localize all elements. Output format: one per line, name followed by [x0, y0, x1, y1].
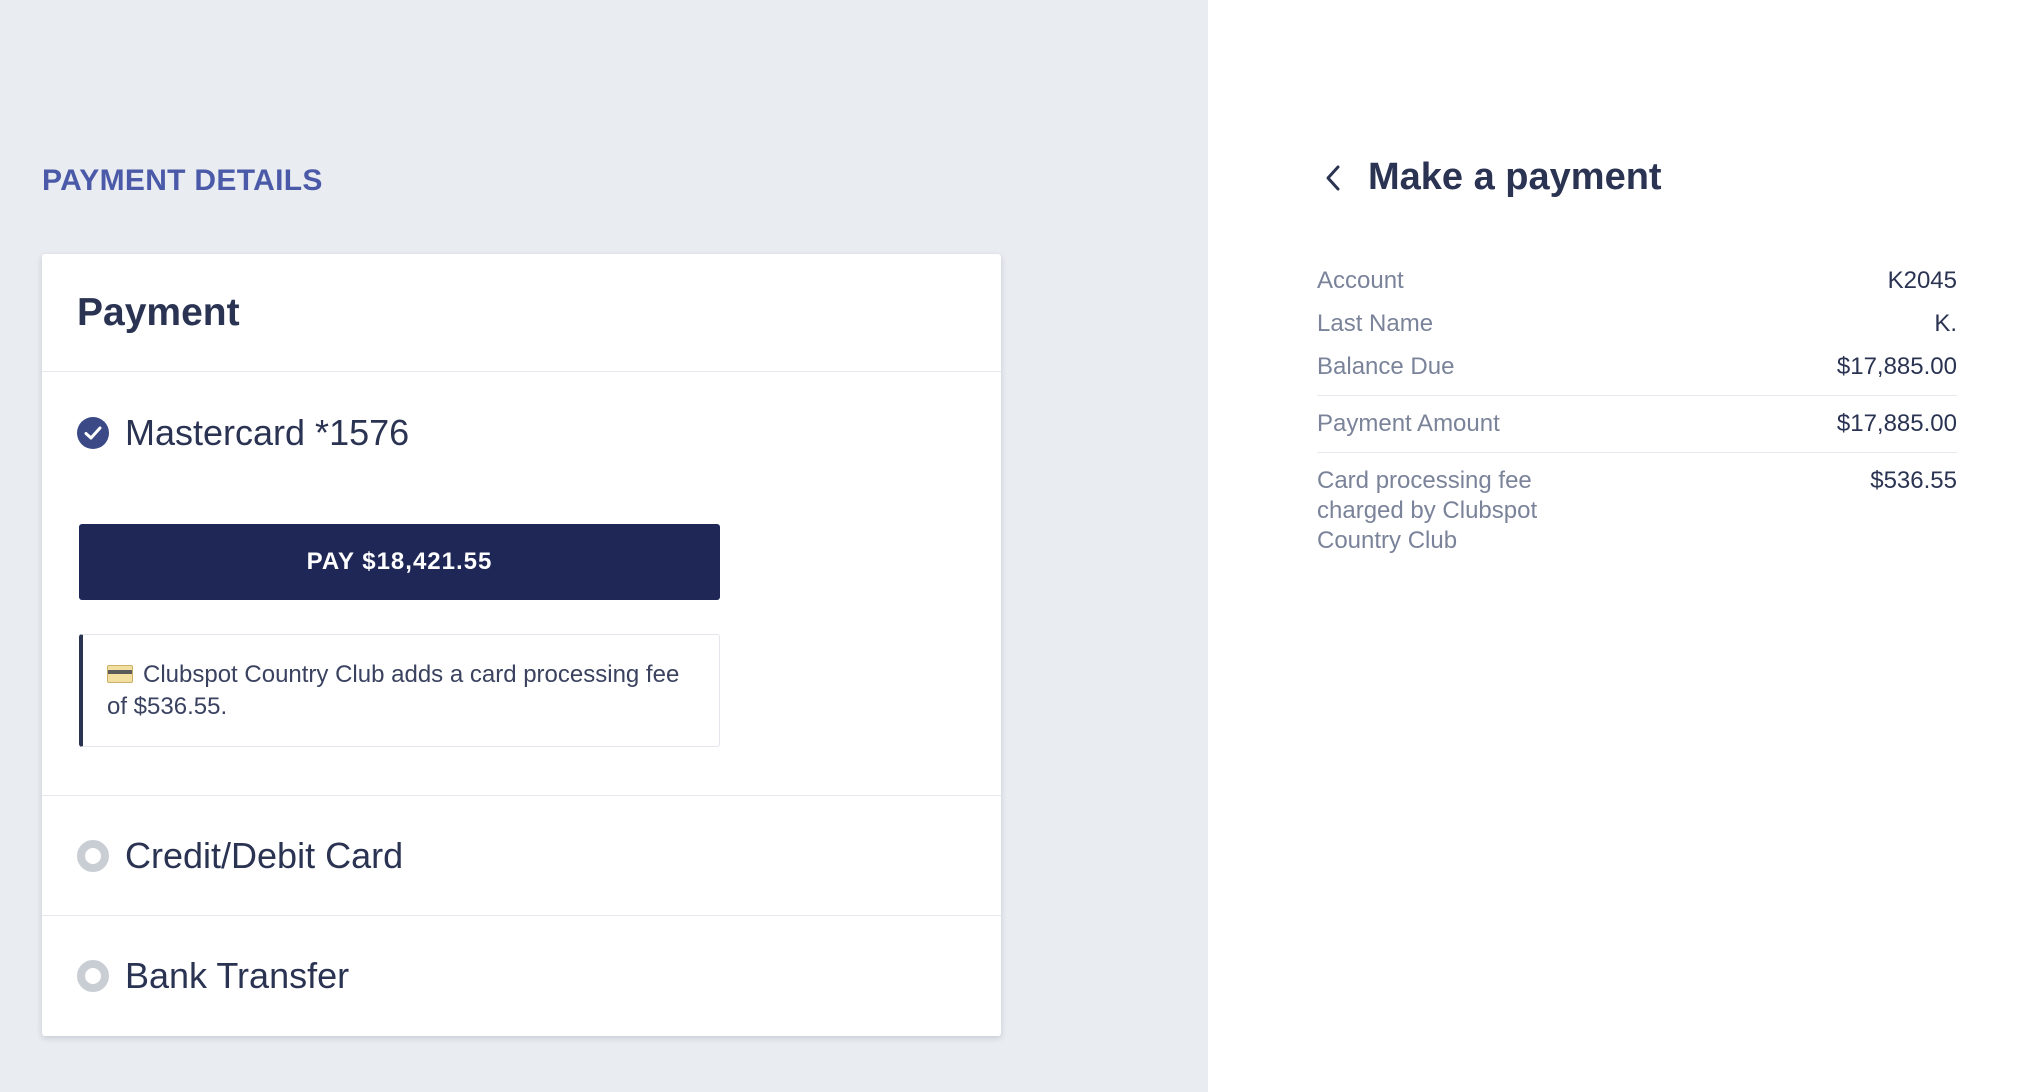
card-header: Payment: [42, 254, 1001, 372]
panel-title: Make a payment: [1368, 156, 1662, 198]
check-circle-icon: [77, 417, 109, 449]
option-label: Mastercard *1576: [125, 412, 410, 453]
payment-option-mastercard[interactable]: Mastercard *1576 PAY $18,421.55 Clubspot…: [42, 372, 1001, 796]
option-label: Credit/Debit Card: [125, 834, 404, 876]
payment-option-bank-transfer[interactable]: Bank Transfer: [42, 916, 1001, 1036]
pay-button[interactable]: PAY $18,421.55: [79, 524, 720, 600]
summary-label: Card processing fee charged by Clubspot …: [1317, 467, 1538, 554]
summary-label: Last Name: [1317, 310, 1434, 337]
radio-unchecked-icon[interactable]: [77, 839, 109, 872]
panel-header: Make a payment: [1318, 156, 1662, 199]
payment-card: Payment Mastercard *1576 PAY $18,421.55 …: [42, 254, 1001, 1036]
payment-summary: Account K2045 Last Name K. Balance Due $…: [1317, 266, 1957, 556]
summary-value: $17,885.00: [1836, 410, 1957, 437]
summary-label: Payment Amount: [1317, 410, 1500, 437]
summary-row-processing-fee: Card processing fee charged by Clubspot …: [1317, 453, 1957, 556]
section-heading: PAYMENT DETAILS: [42, 164, 323, 197]
credit-card-icon: [107, 665, 133, 683]
summary-value: $17,885.00: [1836, 353, 1957, 380]
summary-label: Account: [1317, 267, 1404, 294]
page: PAYMENT DETAILS Payment Mastercard *1576…: [0, 0, 2036, 1092]
processing-fee-notice: Clubspot Country Club adds a card proces…: [79, 634, 720, 747]
payment-details-panel: PAYMENT DETAILS Payment Mastercard *1576…: [0, 0, 1208, 1092]
summary-row-account: Account K2045: [1317, 266, 1957, 296]
summary-value: $536.55: [1870, 467, 1957, 494]
summary-label: Balance Due: [1317, 353, 1455, 380]
summary-value: K.: [1934, 310, 1957, 337]
card-title: Payment: [77, 290, 240, 334]
summary-row-payment-amount: Payment Amount $17,885.00: [1317, 396, 1957, 453]
chevron-left-icon[interactable]: [1318, 158, 1348, 198]
option-row[interactable]: Mastercard *1576: [77, 412, 409, 454]
make-payment-panel: Make a payment Account K2045 Last Name K…: [1208, 0, 2036, 1092]
radio-unchecked-icon[interactable]: [77, 960, 109, 992]
option-label: Bank Transfer: [125, 955, 350, 996]
summary-row-last-name: Last Name K.: [1317, 309, 1957, 339]
summary-row-balance-due: Balance Due $17,885.00: [1317, 352, 1957, 396]
notice-text: Clubspot Country Club adds a card proces…: [107, 661, 680, 720]
payment-option-credit-debit-card[interactable]: Credit/Debit Card: [42, 796, 1001, 916]
summary-value: K2045: [1887, 267, 1957, 294]
